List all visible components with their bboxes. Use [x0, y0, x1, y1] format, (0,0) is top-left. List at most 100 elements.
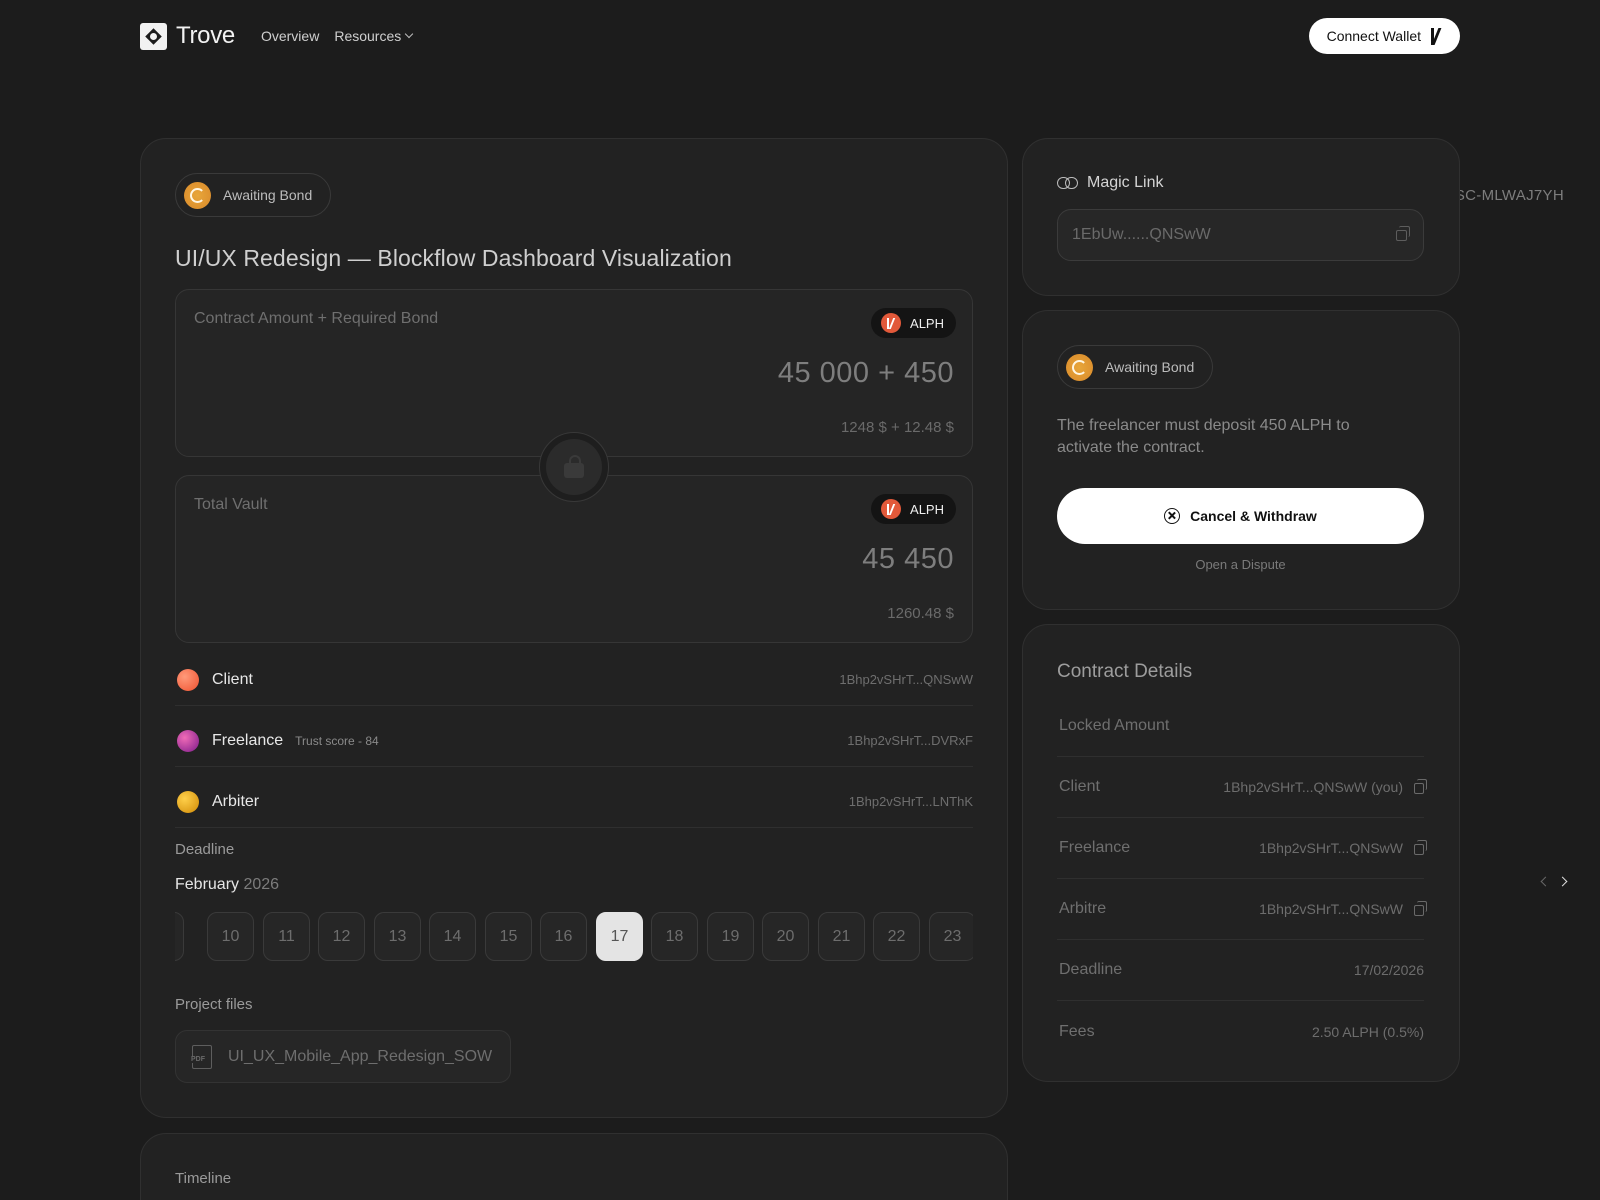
detail-value: 1Bhp2vSHrT...QNSwW: [1259, 901, 1427, 917]
detail-value-text: 1Bhp2vSHrT...QNSwW: [1259, 901, 1403, 917]
pdf-file-icon: [190, 1044, 212, 1069]
detail-value: 17/02/2026: [1353, 962, 1424, 978]
alph-token-icon: [881, 313, 902, 333]
detail-row-locked-amount: Locked Amount: [1057, 696, 1424, 757]
detail-row-deadline: Deadline 17/02/2026: [1057, 940, 1424, 1001]
calendar-nav: [1540, 876, 1568, 887]
brand-name: Trove: [176, 22, 235, 49]
arbiter-avatar: [177, 790, 199, 813]
year: 2026: [243, 876, 280, 893]
status-badge: Awaiting Bond: [175, 173, 332, 217]
party-role: Arbiter: [212, 792, 260, 810]
open-dispute-link[interactable]: Open a Dispute: [1057, 557, 1424, 572]
copy-icon[interactable]: [1396, 225, 1410, 241]
day-cell[interactable]: 19: [707, 912, 754, 961]
party-row-arbiter: Arbiter 1Bhp2vSHrT...LNThK: [175, 776, 973, 828]
connect-wallet-label: Connect Wallet: [1326, 28, 1421, 44]
detail-row-arbitre: Arbitre 1Bhp2vSHrT...QNSwW: [1057, 879, 1427, 940]
connect-wallet-button[interactable]: Connect Wallet: [1308, 18, 1460, 54]
trove-logo-icon: [140, 22, 167, 50]
detail-value-text: 1Bhp2vSHrT...QNSwW: [1259, 840, 1403, 856]
day-cell[interactable]: 10: [207, 912, 254, 961]
status-text: Awaiting Bond: [1105, 359, 1195, 375]
total-vault-value: 45 450: [862, 543, 954, 575]
freelance-avatar: [177, 729, 199, 752]
party-role: Freelance: [212, 731, 284, 749]
lock-icon: [564, 454, 584, 478]
party-row-client: Client 1Bhp2vSHrT...QNSwW: [175, 654, 973, 706]
project-files-label: Project files: [175, 996, 253, 1013]
date-strip: 9 10 11 12 13 14 15 16 17 18 19 20 21 22…: [175, 911, 973, 963]
detail-label: Locked Amount: [1059, 717, 1170, 734]
chevron-right-icon[interactable]: [1557, 876, 1568, 887]
brand-logo[interactable]: Trove: [140, 22, 235, 50]
cancel-withdraw-label: Cancel & Withdraw: [1190, 508, 1317, 524]
day-cell[interactable]: 18: [651, 912, 698, 961]
day-cell[interactable]: 13: [374, 912, 421, 961]
nav-resources[interactable]: Resources: [334, 28, 414, 44]
bond-message: The freelancer must deposit 450 ALPH to …: [1057, 417, 1350, 456]
client-avatar: [177, 668, 199, 691]
token-selector[interactable]: ALPH: [871, 494, 956, 524]
day-cell[interactable]: 23: [929, 912, 973, 961]
contract-details-title: Contract Details: [1057, 661, 1193, 682]
file-attachment[interactable]: UI_UX_Mobile_App_Redesign_SOW: [175, 1030, 512, 1083]
day-cell[interactable]: 21: [818, 912, 865, 961]
calendar-month: February 2026: [175, 876, 279, 894]
detail-label: Client: [1059, 778, 1100, 795]
timeline-label: Timeline: [175, 1170, 232, 1187]
page-title: UI/UX Redesign — Blockflow Dashboard Vis…: [175, 245, 732, 271]
magic-link-header: Magic Link: [1057, 174, 1163, 192]
party-role: Client: [212, 670, 253, 688]
token-selector[interactable]: ALPH: [871, 308, 956, 338]
party-row-freelance: Freelance Trust score - 84 1Bhp2vSHrT...…: [175, 715, 973, 767]
day-cell[interactable]: 15: [485, 912, 532, 961]
detail-label: Arbitre: [1059, 900, 1107, 917]
top-navbar: Trove Overview Resources Connect Wallet: [140, 18, 1460, 54]
magic-link-field[interactable]: 1EbUw......QNSwW: [1057, 209, 1424, 261]
day-cell[interactable]: 12: [318, 912, 365, 961]
contract-amount-fiat: 1248 $ + 12.48 $: [840, 419, 954, 436]
token-symbol: ALPH: [910, 315, 944, 331]
nav-overview[interactable]: Overview: [261, 28, 319, 44]
day-cell-selected[interactable]: 17: [596, 912, 643, 961]
cancel-withdraw-button[interactable]: Cancel & Withdraw: [1057, 488, 1424, 544]
detail-label: Fees: [1059, 1022, 1095, 1040]
total-vault-label: Total Vault: [194, 496, 268, 513]
detail-value-text: 1Bhp2vSHrT...QNSwW (you): [1223, 779, 1403, 795]
party-address[interactable]: 1Bhp2vSHrT...DVRxF: [847, 733, 973, 748]
month-name: February: [175, 876, 240, 893]
day-cell[interactable]: 22: [873, 912, 920, 961]
magic-link-value: 1EbUw......QNSwW: [1072, 226, 1211, 243]
trust-score: Trust score - 84: [295, 733, 379, 748]
detail-value: 2.50 ALPH (0.5%): [1311, 1023, 1424, 1040]
day-cell[interactable]: 9: [175, 912, 184, 961]
status-badge: Awaiting Bond: [1057, 345, 1214, 389]
deadline-label: Deadline: [175, 841, 235, 858]
day-cell[interactable]: 20: [762, 912, 809, 961]
contract-amount-value: 45 000 + 450: [777, 357, 954, 389]
chevron-left-icon[interactable]: [1540, 876, 1551, 887]
day-cell[interactable]: 11: [263, 912, 310, 961]
nav-resources-label: Resources: [334, 28, 402, 44]
party-address[interactable]: 1Bhp2vSHrT...QNSwW: [839, 672, 973, 687]
copy-icon[interactable]: [1414, 901, 1427, 916]
copy-icon[interactable]: [1414, 840, 1427, 855]
alephium-icon: [1431, 28, 1443, 45]
copy-icon[interactable]: [1414, 779, 1427, 794]
lock-badge: [539, 432, 609, 502]
timeline-panel: [140, 1133, 1008, 1200]
day-cell[interactable]: 16: [540, 912, 587, 961]
detail-row-freelance: Freelance 1Bhp2vSHrT...QNSwW: [1057, 818, 1427, 879]
party-address[interactable]: 1Bhp2vSHrT...LNThK: [849, 794, 973, 809]
link-icon: [1057, 177, 1078, 189]
day-cell[interactable]: 14: [429, 912, 476, 961]
detail-row-client: Client 1Bhp2vSHrT...QNSwW (you): [1057, 757, 1427, 818]
pending-spinner-icon: [184, 181, 211, 209]
file-name: UI_UX_Mobile_App_Redesign_SOW: [228, 1047, 493, 1065]
status-text: Awaiting Bond: [223, 187, 313, 203]
alph-token-icon: [881, 499, 902, 519]
chevron-down-icon: [405, 29, 414, 39]
close-circle-icon: [1164, 508, 1181, 524]
token-symbol: ALPH: [910, 501, 944, 517]
